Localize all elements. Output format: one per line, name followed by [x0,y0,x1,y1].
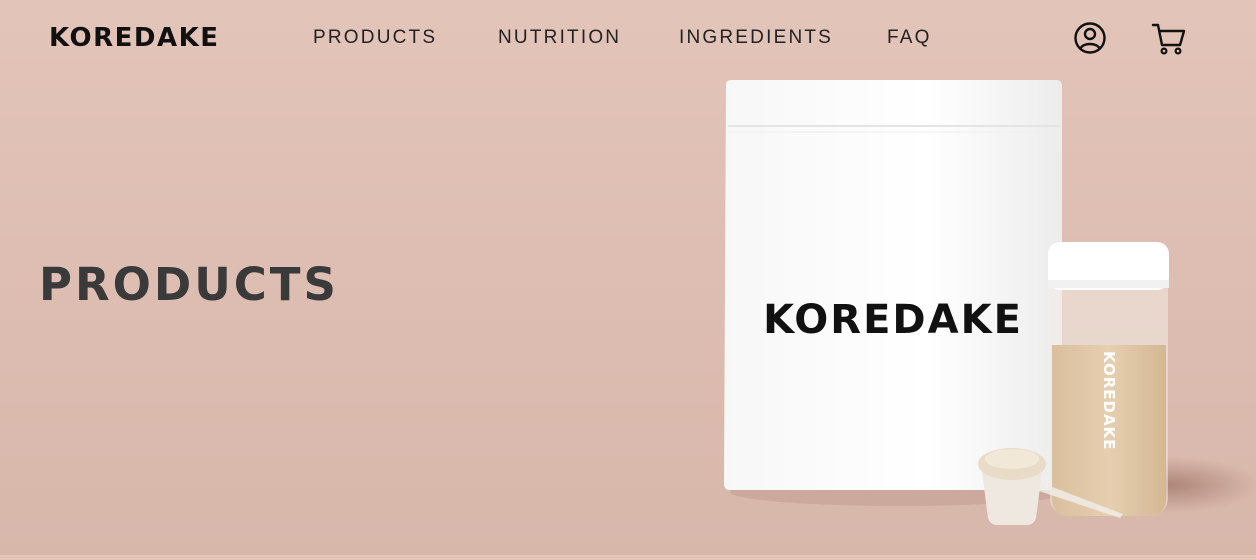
nav-item-faq[interactable]: FAQ [887,27,932,49]
account-icon[interactable] [1072,20,1108,56]
nav-item-products[interactable]: PRODUCTS [313,27,437,49]
nav-item-ingredients[interactable]: INGREDIENTS [679,27,833,49]
cart-icon[interactable] [1151,20,1187,56]
bottle-label: KOREDAKE [1100,351,1118,450]
site-header: KOREDAKE PRODUCTS NUTRITION INGREDIENTS … [0,0,1256,80]
brand-logo[interactable]: KOREDAKE [49,23,219,53]
shaker-bottle: KOREDAKE [1048,242,1169,516]
pouch-label: KOREDAKE [763,297,1023,343]
nav-item-nutrition[interactable]: NUTRITION [498,27,621,49]
protein-pouch: KOREDAKE [724,80,1062,490]
page-title: PRODUCTS [39,258,339,311]
hero-product-image: KOREDAKE KOREDAKE [700,70,1256,555]
